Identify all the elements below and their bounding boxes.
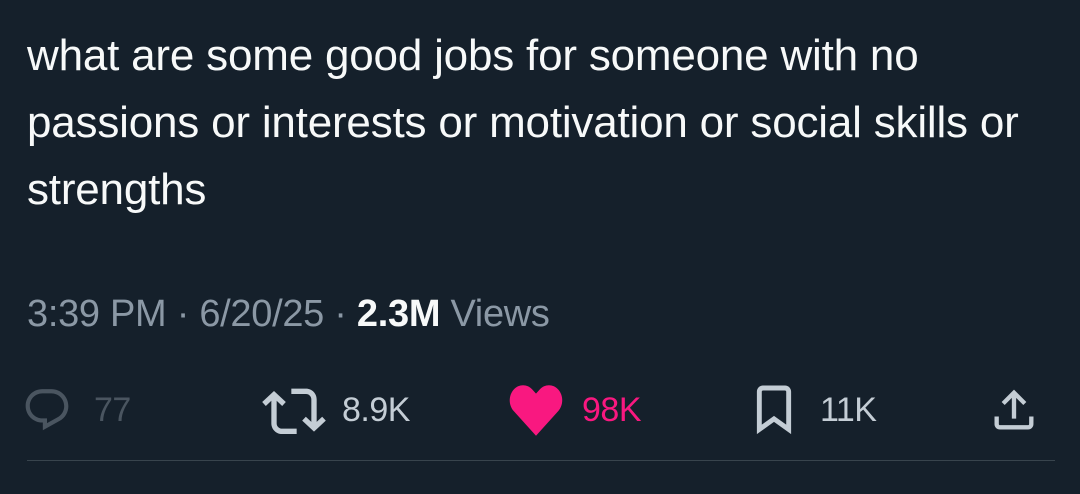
reply-count: 77 [94, 390, 131, 429]
tweet-time[interactable]: 3:39 PM [27, 293, 167, 335]
share-button[interactable] [988, 380, 1040, 440]
tweet-text: what are some good jobs for someone with… [27, 31, 1019, 214]
share-upload-icon [988, 384, 1040, 436]
heart-filled-icon [506, 382, 566, 438]
reply-bubble-icon [22, 385, 72, 435]
bookmark-icon [752, 383, 796, 437]
meta-separator: · [176, 293, 190, 335]
retweet-button[interactable]: 8.9K [262, 380, 410, 440]
bookmark-count: 11K [820, 390, 877, 429]
retweet-count: 8.9K [342, 390, 410, 429]
tweet-date[interactable]: 6/20/25 [199, 293, 324, 335]
like-button[interactable]: 98K [506, 380, 642, 440]
reply-button[interactable]: 77 [22, 380, 131, 440]
tweet-actions-bar: 77 8.9K 98K 11K [0, 380, 1080, 440]
like-count: 98K [582, 390, 642, 429]
divider [27, 460, 1055, 461]
views-count[interactable]: 2.3M [357, 293, 441, 335]
tweet-meta: 3:39 PM · 6/20/25 · 2.3M Views [27, 292, 550, 336]
meta-separator: · [334, 293, 347, 335]
views-label[interactable]: Views [450, 293, 549, 335]
bookmark-button[interactable]: 11K [752, 380, 877, 440]
retweet-arrows-icon [262, 383, 326, 437]
